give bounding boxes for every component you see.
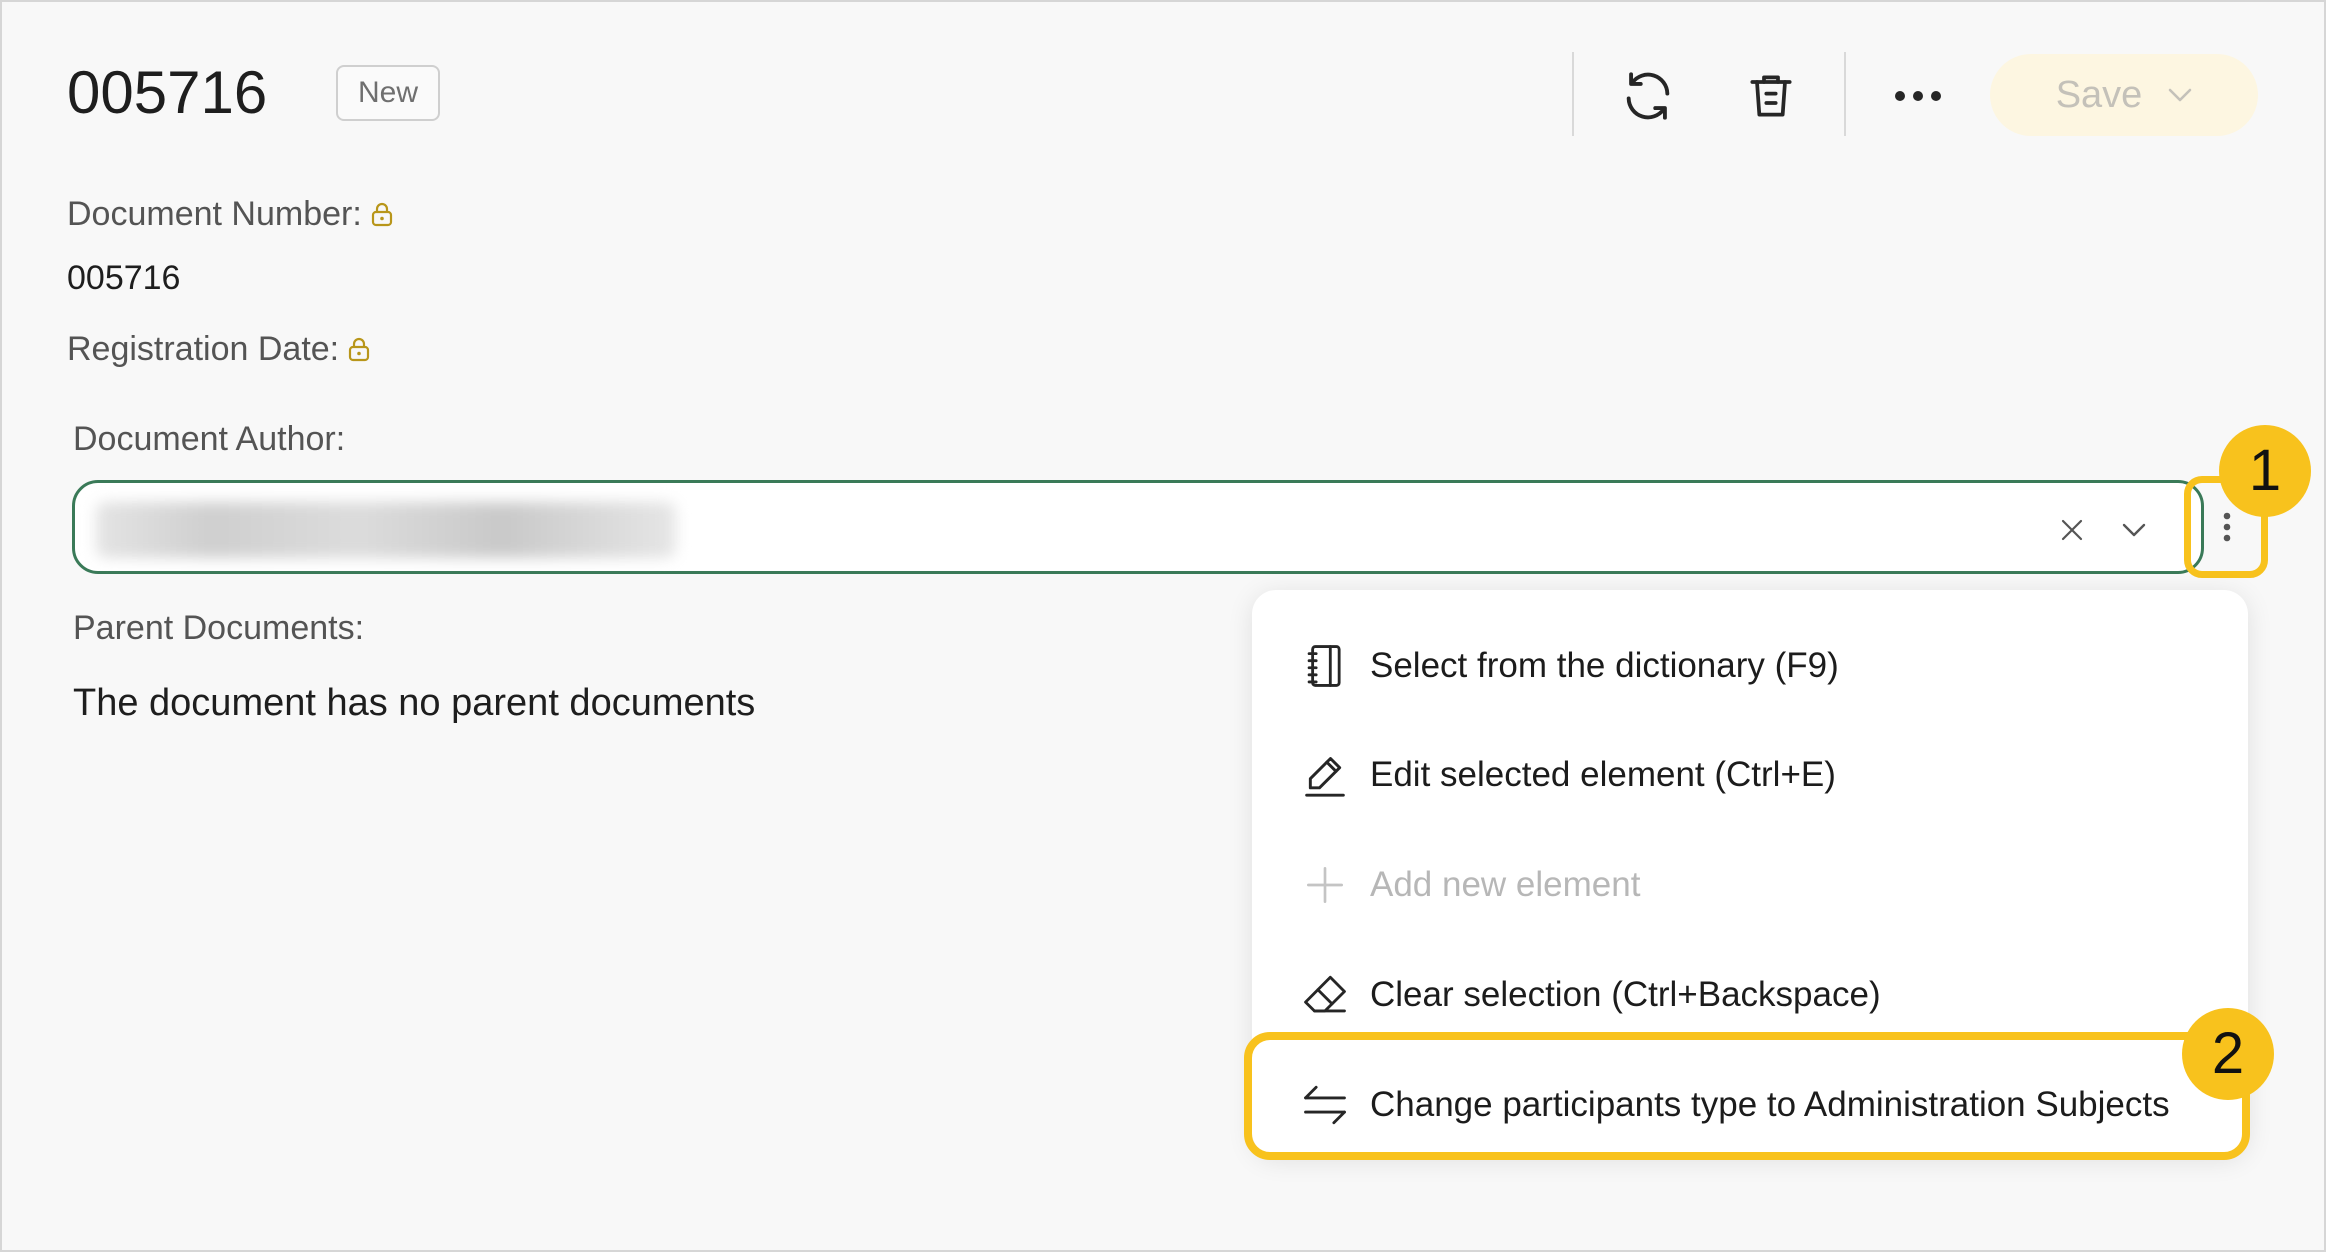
- trash-icon: [1750, 75, 1792, 117]
- refresh-icon: [1626, 72, 1670, 120]
- highlight-box-2: [1244, 1032, 2250, 1160]
- parent-documents-label: Parent Documents:: [73, 609, 365, 647]
- clear-field-button[interactable]: [2052, 510, 2092, 550]
- lock-icon: [371, 202, 392, 227]
- form-window: 005716 New Save Document Number: 005716 …: [0, 0, 2326, 1252]
- callout-badge-1: 1: [2219, 425, 2311, 517]
- menu-item-label: Edit selected element (Ctrl+E): [1370, 755, 1836, 794]
- more-actions-button[interactable]: [1878, 56, 1958, 136]
- chevron-down-icon: [2122, 523, 2146, 537]
- save-button-label: Save: [2055, 73, 2143, 116]
- chevron-down-icon: [2169, 88, 2192, 102]
- registration-date-label: Registration Date:: [67, 329, 371, 369]
- notebook-icon: [1302, 643, 1348, 689]
- pencil-icon: [1302, 752, 1348, 798]
- menu-item-select-from-dictionary[interactable]: Select from the dictionary (F9): [1252, 616, 2248, 716]
- parent-documents-empty-text: The document has no parent documents: [73, 682, 756, 724]
- refresh-button[interactable]: [1608, 56, 1688, 136]
- delete-button[interactable]: [1731, 56, 1811, 136]
- eraser-icon: [1302, 972, 1348, 1018]
- document-number-label-text: Document Number:: [67, 195, 362, 233]
- toolbar-divider: [1844, 52, 1846, 136]
- menu-item-label: Select from the dictionary (F9): [1370, 646, 1839, 685]
- status-badge: New: [336, 65, 440, 121]
- expand-dropdown-button[interactable]: [2114, 510, 2154, 550]
- menu-item-edit-selected[interactable]: Edit selected element (Ctrl+E): [1252, 725, 2248, 825]
- menu-item-clear-selection[interactable]: Clear selection (Ctrl+Backspace): [1252, 945, 2248, 1045]
- close-icon: [2061, 519, 2083, 541]
- page-title: 005716: [67, 59, 268, 126]
- save-button[interactable]: Save: [1990, 54, 2258, 136]
- plus-icon: [1302, 862, 1348, 908]
- toolbar-divider: [1572, 52, 1574, 136]
- lock-icon: [349, 337, 370, 362]
- menu-item-label: Add new element: [1370, 865, 1641, 904]
- menu-item-label: Clear selection (Ctrl+Backspace): [1370, 975, 1881, 1014]
- callout-badge-2: 2: [2182, 1008, 2274, 1100]
- registration-date-label-text: Registration Date:: [67, 330, 340, 368]
- menu-item-add-new-element[interactable]: Add new element: [1252, 835, 2248, 935]
- document-number-value: 005716: [67, 259, 181, 297]
- more-horizontal-icon: [1895, 91, 1941, 101]
- document-author-redacted-value: [96, 502, 676, 558]
- document-author-label: Document Author:: [73, 420, 346, 458]
- document-number-label: Document Number:: [67, 194, 394, 234]
